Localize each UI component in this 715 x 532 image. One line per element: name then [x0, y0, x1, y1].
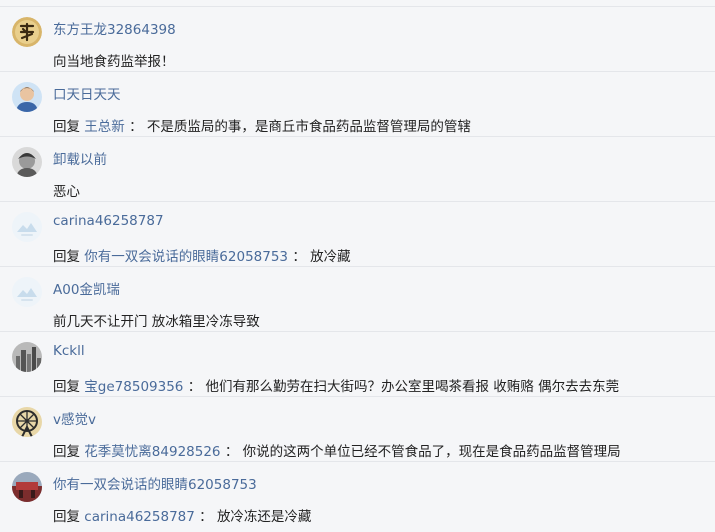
- reply-separator: ：: [129, 119, 143, 135]
- comment-text: 回复 花季莫忧离84928526 ： 你说的这两个单位已经不管食品了，现在是食品…: [53, 440, 621, 460]
- reply-prefix: 回复: [53, 249, 80, 265]
- reply-separator: ：: [224, 444, 239, 460]
- reply-to-user[interactable]: 宝ge78509356: [84, 379, 183, 395]
- man-avatar-icon: [12, 82, 42, 112]
- monochrome-face-avatar-icon: [12, 147, 42, 177]
- commenter-name[interactable]: A00金凯瑞: [53, 278, 120, 298]
- comment-text: 向当地食药监举报！: [53, 54, 175, 70]
- comment-item: 东方王龙32864398 向当地食药监举报！: [0, 7, 715, 72]
- reply-text: 他们有那么勤劳在扫大街吗？办公室里喝茶看报 收贿赂 偶尔去去东莞: [205, 379, 620, 395]
- reply-text: 你说的这两个单位已经不管食品了，现在是食品药品监督管理局: [242, 444, 621, 460]
- commenter-name[interactable]: Kckll: [53, 343, 85, 359]
- reply-to-user[interactable]: 你有一双会说话的眼睛62058753: [84, 249, 288, 265]
- reply-to-user[interactable]: 花季莫忧离84928526: [84, 444, 220, 460]
- comment-item: Kckll 回复 宝ge78509356 ： 他们有那么勤劳在扫大街吗？办公室里…: [0, 332, 715, 397]
- reply-text: 放冷冻还是冷藏: [216, 509, 312, 525]
- reply-prefix: 回复: [53, 509, 80, 525]
- comment-list: 东方王龙32864398 向当地食药监举报！ 口天日天天 回复 王总新 ： 不是…: [0, 6, 715, 532]
- default-cloud-avatar[interactable]: [12, 212, 42, 242]
- comment-item: 口天日天天 回复 王总新 ： 不是质监局的事，是商丘市食品药品监督管理局的管辖: [0, 72, 715, 137]
- reply-prefix: 回复: [53, 379, 80, 395]
- commenter-name[interactable]: v感觉v: [53, 408, 96, 428]
- reply-separator: ：: [199, 509, 213, 525]
- reply-to-user[interactable]: carina46258787: [84, 509, 195, 525]
- comment-item: carina46258787 回复 你有一双会说话的眼睛62058753 ： 放…: [0, 202, 715, 267]
- calligraphy-avatar[interactable]: [12, 17, 42, 47]
- comment-text: 回复 宝ge78509356 ： 他们有那么勤劳在扫大街吗？办公室里喝茶看报 收…: [53, 375, 619, 395]
- red-scene-avatar[interactable]: [12, 472, 42, 502]
- comment-text: 回复 carina46258787 ： 放冷冻还是冷藏: [53, 505, 311, 525]
- city-avatar-icon: [12, 342, 42, 372]
- red-scene-avatar-icon: [12, 472, 42, 502]
- default-cloud-avatar-icon: [12, 212, 42, 242]
- city-avatar[interactable]: [12, 342, 42, 372]
- default-cloud-avatar[interactable]: [12, 277, 42, 307]
- reply-separator: ：: [292, 249, 306, 265]
- comment-item: 卸载以前 恶心: [0, 137, 715, 202]
- comment-item: 你有一双会说话的眼睛62058753 回复 carina46258787 ： 放…: [0, 462, 715, 527]
- calligraphy-avatar-icon: [12, 17, 42, 47]
- comment-item: A00金凯瑞 前几天不让开门 放冰箱里冷冻导致: [0, 267, 715, 332]
- comment-text: 回复 你有一双会说话的眼睛62058753 ： 放冷藏: [53, 245, 351, 265]
- reply-prefix: 回复: [53, 444, 80, 460]
- comment-item: v感觉v 回复 花季莫忧离84928526 ： 你说的这两个单位已经不管食品了，…: [0, 397, 715, 462]
- ferris-wheel-avatar-icon: [12, 407, 42, 437]
- commenter-name[interactable]: carina46258787: [53, 213, 164, 229]
- man-avatar[interactable]: [12, 82, 42, 112]
- commenter-name[interactable]: 你有一双会说话的眼睛62058753: [53, 473, 257, 493]
- comment-text: 前几天不让开门 放冰箱里冷冻导致: [53, 314, 260, 330]
- comment-text: 回复 王总新 ： 不是质监局的事，是商丘市食品药品监督管理局的管辖: [53, 115, 471, 135]
- reply-prefix: 回复: [53, 119, 80, 135]
- reply-text: 放冷藏: [310, 249, 351, 265]
- comment-text: 恶心: [53, 184, 80, 200]
- commenter-name[interactable]: 东方王龙32864398: [53, 18, 176, 38]
- default-cloud-avatar-icon: [12, 277, 42, 307]
- ferris-wheel-avatar[interactable]: [12, 407, 42, 437]
- reply-to-user[interactable]: 王总新: [84, 119, 125, 135]
- commenter-name[interactable]: 卸载以前: [53, 148, 107, 168]
- reply-separator: ：: [187, 379, 202, 395]
- monochrome-face-avatar[interactable]: [12, 147, 42, 177]
- reply-text: 不是质监局的事，是商丘市食品药品监督管理局的管辖: [146, 119, 471, 135]
- commenter-name[interactable]: 口天日天天: [53, 83, 121, 103]
